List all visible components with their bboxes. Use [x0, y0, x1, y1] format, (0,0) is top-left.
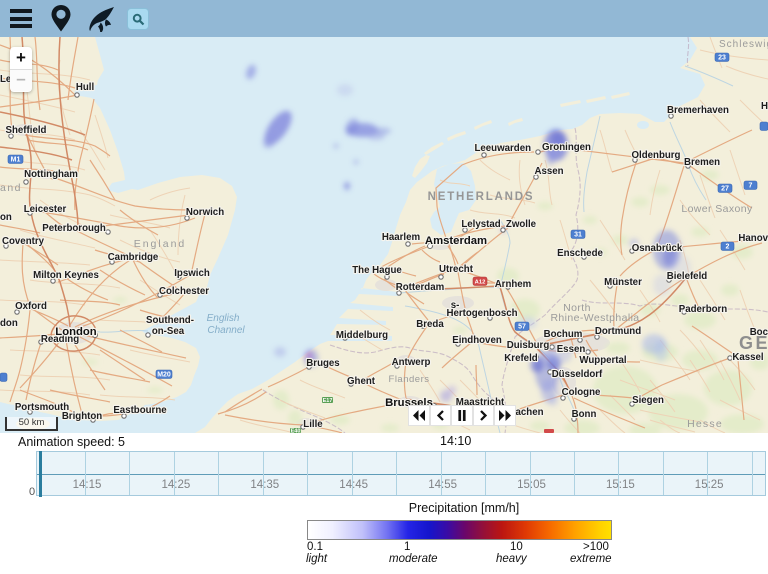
svg-text:The Hague: The Hague	[352, 265, 402, 276]
svg-text:England: England	[134, 238, 187, 250]
svg-text:Southend-: Southend-	[146, 315, 194, 326]
svg-text:Flanders: Flanders	[389, 374, 430, 385]
svg-text:2: 2	[726, 244, 730, 251]
svg-text:Hanov: Hanov	[738, 233, 768, 244]
svg-text:Oldenburg: Oldenburg	[632, 150, 681, 161]
svg-text:Bruges: Bruges	[306, 358, 339, 369]
svg-text:Schleswig-Hol: Schleswig-Hol	[719, 39, 768, 50]
svg-text:Zwolle: Zwolle	[506, 219, 537, 230]
svg-text:Münster: Münster	[604, 277, 642, 288]
svg-text:Bremerhaven: Bremerhaven	[667, 105, 729, 116]
svg-text:Channel: Channel	[207, 325, 245, 336]
svg-text:Duisburg: Duisburg	[507, 340, 550, 351]
svg-text:Arnhem: Arnhem	[495, 279, 532, 290]
svg-text:H: H	[761, 101, 768, 112]
svg-text:Antwerp: Antwerp	[392, 357, 431, 368]
svg-text:Colchester: Colchester	[159, 286, 209, 297]
svg-text:23: 23	[718, 55, 726, 62]
svg-text:E17: E17	[323, 398, 333, 404]
svg-text:Ghent: Ghent	[347, 376, 376, 387]
svg-text:Osnabrück: Osnabrück	[632, 243, 683, 254]
svg-text:on: on	[0, 212, 12, 223]
svg-text:Brighton: Brighton	[62, 411, 102, 422]
svg-text:and: and	[0, 182, 22, 194]
svg-text:Cologne: Cologne	[562, 387, 601, 398]
svg-text:Bielefeld: Bielefeld	[667, 271, 707, 282]
svg-text:Hesse: Hesse	[687, 418, 723, 430]
svg-text:Lower Saxony: Lower Saxony	[681, 203, 753, 215]
svg-text:Rhine-Westphalia: Rhine-Westphalia	[550, 312, 639, 324]
svg-text:Düsseldorf: Düsseldorf	[552, 369, 603, 380]
svg-text:Paderborn: Paderborn	[679, 304, 728, 315]
svg-text:Boc: Boc	[750, 327, 768, 338]
svg-text:Nottingham: Nottingham	[24, 169, 78, 180]
svg-text:on-Sea: on-Sea	[152, 326, 185, 337]
svg-text:A12: A12	[475, 280, 486, 286]
svg-text:Essen: Essen	[557, 344, 586, 355]
svg-text:M20: M20	[157, 372, 171, 379]
svg-text:London: London	[55, 326, 97, 338]
svg-text:Leeuwarden: Leeuwarden	[474, 143, 531, 154]
svg-text:31: 31	[574, 232, 582, 239]
svg-text:Enschede: Enschede	[557, 248, 603, 259]
svg-text:57: 57	[518, 324, 526, 331]
svg-text:Amsterdam: Amsterdam	[425, 235, 487, 247]
svg-text:Groningen: Groningen	[542, 142, 591, 153]
svg-text:English: English	[207, 313, 240, 324]
svg-text:Middelburg: Middelburg	[336, 330, 388, 341]
svg-text:don: don	[0, 318, 18, 329]
svg-text:Kassel: Kassel	[732, 352, 763, 363]
svg-text:7: 7	[749, 183, 753, 190]
svg-text:Sheffield: Sheffield	[6, 125, 47, 136]
svg-text:Bonn: Bonn	[572, 409, 597, 420]
svg-text:Dortmund: Dortmund	[595, 326, 641, 337]
svg-text:Eindhoven: Eindhoven	[452, 335, 502, 346]
svg-text:NETHERLANDS: NETHERLANDS	[428, 191, 535, 203]
svg-text:Cambridge: Cambridge	[108, 252, 159, 263]
svg-text:Hull: Hull	[76, 82, 94, 93]
svg-text:Bochum: Bochum	[544, 329, 583, 340]
svg-text:Bremen: Bremen	[684, 157, 720, 168]
svg-text:Coventry: Coventry	[2, 236, 45, 247]
svg-text:Hertogenbosch: Hertogenbosch	[446, 308, 517, 319]
svg-text:Siegen: Siegen	[632, 395, 664, 406]
svg-text:Eastbourne: Eastbourne	[113, 405, 167, 416]
svg-text:Utrecht: Utrecht	[439, 264, 474, 275]
svg-text:Haarlem: Haarlem	[382, 232, 421, 243]
svg-text:Lille: Lille	[303, 419, 323, 430]
svg-text:Wuppertal: Wuppertal	[579, 355, 626, 366]
svg-text:Lelystad: Lelystad	[461, 219, 500, 230]
svg-text:M1: M1	[11, 157, 21, 164]
svg-text:Assen: Assen	[534, 166, 563, 177]
svg-text:Peterborough: Peterborough	[42, 223, 106, 234]
svg-text:Milton Keynes: Milton Keynes	[33, 270, 99, 281]
svg-text:Oxford: Oxford	[15, 301, 47, 312]
svg-text:Rotterdam: Rotterdam	[396, 282, 445, 293]
svg-text:Krefeld: Krefeld	[504, 353, 537, 364]
svg-text:Breda: Breda	[416, 319, 444, 330]
svg-text:27: 27	[721, 186, 729, 193]
svg-text:Norwich: Norwich	[186, 207, 224, 218]
svg-text:Leicester: Leicester	[24, 204, 67, 215]
svg-text:Ipswich: Ipswich	[174, 268, 210, 279]
